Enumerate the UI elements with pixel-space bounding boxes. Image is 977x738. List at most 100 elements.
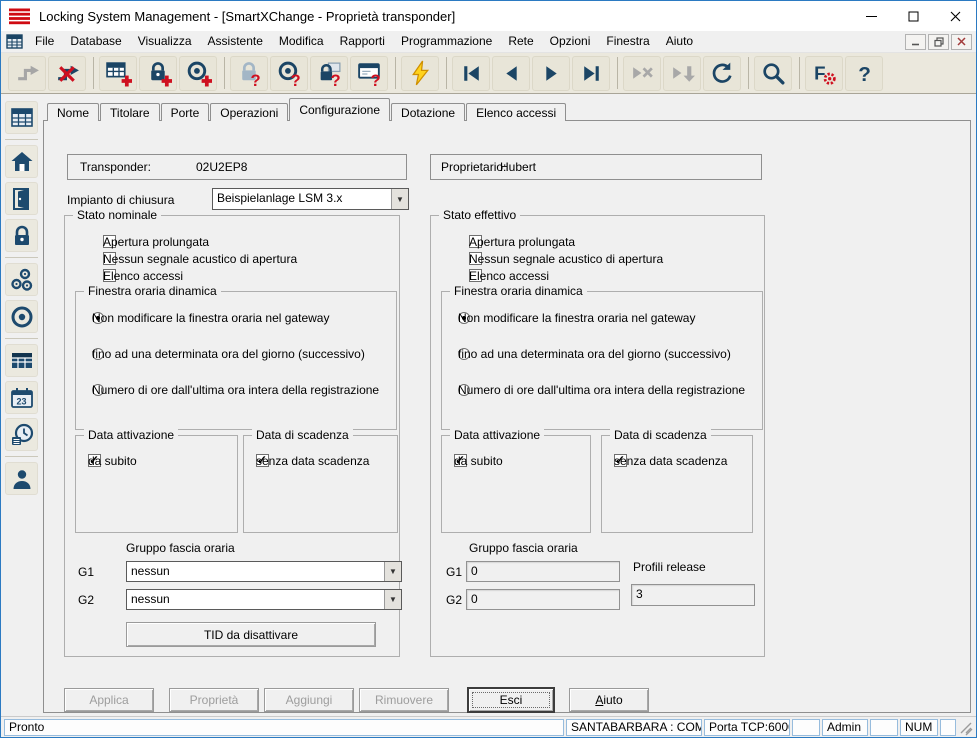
toolbar-separator <box>446 57 447 89</box>
sidebar-transponder-button[interactable] <box>5 300 38 333</box>
nominal-time-window-groupbox: Finestra oraria dinamica Non modificare … <box>75 291 397 430</box>
tab-titolare[interactable]: Titolare <box>100 103 160 121</box>
apply-button: Applica <box>64 688 154 712</box>
help-button-footer[interactable]: Aiuto <box>569 688 649 712</box>
menu-opzioni[interactable]: Opzioni <box>542 32 599 51</box>
nominal-checkbox-nessun-segnale[interactable]: Nessun segnale acustico di apertura <box>103 252 116 265</box>
menu-database[interactable]: Database <box>62 32 129 51</box>
sidebar-user-button[interactable] <box>5 462 38 495</box>
actual-checkbox-senza-scadenza[interactable]: senza data scadenza <box>614 454 627 467</box>
actual-radio-hours-since[interactable]: Numero di ore dall'ultima ora intera del… <box>458 384 470 396</box>
sidebar-home-button[interactable] <box>5 145 38 178</box>
next-record-button[interactable] <box>532 56 570 91</box>
sidebar-matrix-button[interactable] <box>5 101 38 134</box>
sidebar-calendar-button[interactable]: 23 <box>5 381 38 414</box>
connect-button[interactable] <box>8 56 46 91</box>
tab-strip: Nome Titolare Porte Operazioni Configura… <box>47 98 567 121</box>
nominal-radio-until-hour[interactable]: fino ad una determinata ora del giorno (… <box>92 348 104 360</box>
tab-operazioni[interactable]: Operazioni <box>210 103 288 121</box>
last-record-icon <box>578 60 605 87</box>
refresh-button[interactable] <box>703 56 741 91</box>
previous-record-button[interactable] <box>492 56 530 91</box>
help-button[interactable]: ? <box>845 56 883 91</box>
lock-icon <box>9 223 35 249</box>
flash-button[interactable] <box>401 56 439 91</box>
read-transponder-button[interactable]: ? <box>270 56 308 91</box>
new-locking-system-button[interactable] <box>99 56 137 91</box>
nominal-g1-combo[interactable]: nessun ▼ <box>126 561 402 582</box>
cancel-programming-button[interactable] <box>623 56 661 91</box>
activation-title: Data attivazione <box>84 428 178 442</box>
status-empty-3 <box>940 719 956 736</box>
tab-porte[interactable]: Porte <box>161 103 210 121</box>
exit-button[interactable]: Esci <box>468 688 554 712</box>
sidebar-transponder-group-button[interactable] <box>5 263 38 296</box>
mdi-restore-icon <box>934 37 944 47</box>
chevron-down-icon[interactable]: ▼ <box>384 562 401 581</box>
actual-checkbox-nessun-segnale[interactable]: Nessun segnale acustico di apertura <box>469 252 482 265</box>
read-lock-data-button[interactable]: ? <box>310 56 348 91</box>
read-network-button[interactable]: ? <box>350 56 388 91</box>
mdi-minimize-button[interactable] <box>905 34 926 50</box>
actual-radio-no-change[interactable]: Non modificare la finestra oraria nel ga… <box>458 312 470 324</box>
new-transponder-button[interactable] <box>179 56 217 91</box>
mdi-close-icon <box>957 37 966 46</box>
actual-radio-until-hour[interactable]: fino ad una determinata ora del giorno (… <box>458 348 470 360</box>
g1-value: nessun <box>127 562 384 581</box>
actual-checkbox-apertura-prolungata[interactable]: Apertura prolungata <box>469 235 482 248</box>
read-lock-button[interactable]: ? <box>230 56 268 91</box>
sidebar-lock-button[interactable] <box>5 219 38 252</box>
nominal-radio-no-change[interactable]: Non modificare la finestra oraria nel ga… <box>92 312 104 324</box>
disconnect-button[interactable] <box>48 56 86 91</box>
mdi-close-button[interactable] <box>951 34 972 50</box>
toolbar: ? ? ? ? <box>1 53 976 94</box>
resize-grip[interactable] <box>960 719 973 736</box>
first-record-button[interactable] <box>452 56 490 91</box>
time-window-title: Finestra oraria dinamica <box>84 284 221 298</box>
menu-aiuto[interactable]: Aiuto <box>658 32 701 51</box>
chevron-down-icon[interactable]: ▼ <box>391 189 408 209</box>
new-locking-system-icon <box>105 60 132 87</box>
actual-time-window-groupbox: Finestra oraria dinamica Non modificare … <box>441 291 763 430</box>
g2-value: nessun <box>127 590 384 609</box>
sidebar-door-button[interactable] <box>5 182 38 215</box>
transponder-value: 02U2EP8 <box>196 160 247 174</box>
new-lock-button[interactable] <box>139 56 177 91</box>
nominal-checkbox-elenco-accessi[interactable]: Elenco accessi <box>103 269 116 282</box>
chevron-down-icon[interactable]: ▼ <box>384 590 401 609</box>
sidebar-time-plan-button[interactable] <box>5 418 38 451</box>
actual-expiry-groupbox: Data di scadenza senza data scadenza <box>601 435 753 533</box>
menu-file[interactable]: File <box>27 32 62 51</box>
nominal-radio-hours-since[interactable]: Numero di ore dall'ultima ora intera del… <box>92 384 104 396</box>
tab-configurazione[interactable]: Configurazione <box>289 98 390 121</box>
nominal-checkbox-da-subito[interactable]: da subito <box>88 454 101 467</box>
last-record-button[interactable] <box>572 56 610 91</box>
tab-dotazione[interactable]: Dotazione <box>391 103 465 121</box>
menu-rete[interactable]: Rete <box>500 32 541 51</box>
minimize-button[interactable] <box>850 1 892 31</box>
sidebar-separator <box>5 456 38 457</box>
tab-elenco-accessi[interactable]: Elenco accessi <box>466 103 566 121</box>
actual-title: Stato effettivo <box>439 208 520 222</box>
nominal-checkbox-apertura-prolungata[interactable]: Apertura prolungata <box>103 235 116 248</box>
locking-system-combo[interactable]: Beispielanlage LSM 3.x ▼ <box>212 188 409 210</box>
menu-programmazione[interactable]: Programmazione <box>393 32 500 51</box>
menu-rapporti[interactable]: Rapporti <box>332 32 393 51</box>
sidebar-table-button[interactable] <box>5 344 38 377</box>
menu-finestra[interactable]: Finestra <box>598 32 657 51</box>
mdi-restore-button[interactable] <box>928 34 949 50</box>
menu-visualizza[interactable]: Visualizza <box>130 32 200 51</box>
execute-programming-button[interactable] <box>663 56 701 91</box>
search-button[interactable] <box>754 56 792 91</box>
tid-deactivate-button[interactable]: TID da disattivare <box>126 622 376 647</box>
actual-checkbox-elenco-accessi[interactable]: Elenco accessi <box>469 269 482 282</box>
close-button[interactable] <box>934 1 976 31</box>
tab-nome[interactable]: Nome <box>47 103 99 121</box>
menu-assistente[interactable]: Assistente <box>200 32 271 51</box>
actual-checkbox-da-subito[interactable]: da subito <box>454 454 467 467</box>
maximize-button[interactable] <box>892 1 934 31</box>
nominal-checkbox-senza-scadenza[interactable]: senza data scadenza <box>256 454 269 467</box>
filter-settings-button[interactable]: F <box>805 56 843 91</box>
menu-modifica[interactable]: Modifica <box>271 32 332 51</box>
nominal-g2-combo[interactable]: nessun ▼ <box>126 589 402 610</box>
